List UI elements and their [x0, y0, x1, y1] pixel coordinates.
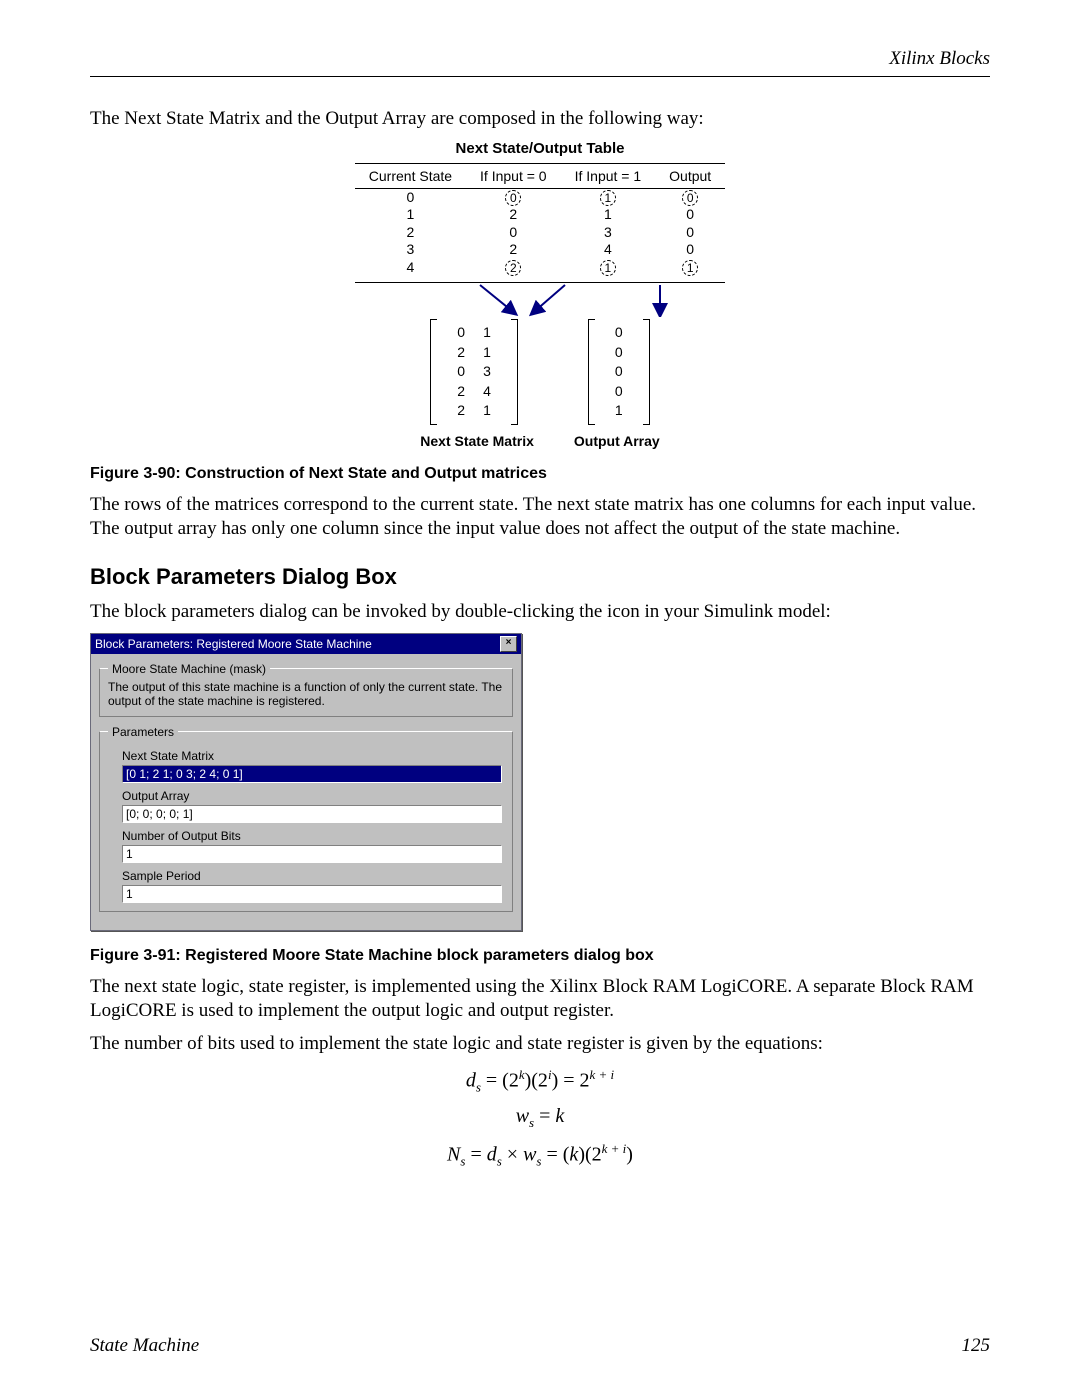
mask-legend: Moore State Machine (mask) — [108, 662, 270, 676]
cell: 1 — [600, 260, 616, 276]
mask-fieldset: Moore State Machine (mask) The output of… — [99, 662, 513, 717]
header-rule — [90, 76, 990, 77]
matrices-description: The rows of the matrices correspond to t… — [90, 493, 990, 542]
cell: 0 — [466, 224, 561, 242]
cell: 0 — [655, 224, 725, 242]
next-state-matrix: 01 21 03 24 21 — [430, 319, 518, 425]
col-input-1: If Input = 1 — [561, 163, 656, 188]
col-input-0: If Input = 0 — [466, 163, 561, 188]
col-current-state: Current State — [355, 163, 466, 188]
cell: 3 — [355, 241, 466, 259]
output-array-label-field: Output Array — [122, 789, 504, 803]
cell: 1 — [355, 206, 466, 224]
cell: 0 — [682, 190, 698, 206]
equation-ns: Ns = ds × ws = (k)(2k + i) — [90, 1141, 990, 1170]
output-array: 0 0 0 0 1 — [588, 319, 650, 425]
sample-period-label: Sample Period — [122, 869, 504, 883]
output-array-input[interactable] — [122, 805, 502, 823]
figure-3-90: Next State/Output Table Current State If… — [90, 140, 990, 449]
figure-3-91-caption: Figure 3-91: Registered Moore State Mach… — [90, 947, 990, 965]
block-params-heading: Block Parameters Dialog Box — [90, 564, 990, 590]
parameters-fieldset: Parameters Next State Matrix Output Arra… — [99, 725, 513, 912]
page-number: 125 — [962, 1335, 991, 1357]
equations-intro: The number of bits used to implement the… — [90, 1032, 990, 1057]
cell: 1 — [682, 260, 698, 276]
sample-period-input[interactable] — [122, 885, 502, 903]
logicore-paragraph: The next state logic, state register, is… — [90, 975, 990, 1024]
table-title: Next State/Output Table — [90, 140, 990, 157]
parameters-legend: Parameters — [108, 725, 178, 739]
equation-ds: ds = (2k)(2i) = 2k + i — [90, 1067, 990, 1096]
figure-3-90-caption: Figure 3-90: Construction of Next State … — [90, 465, 990, 483]
cell: 2 — [466, 206, 561, 224]
footer-section: State Machine — [90, 1335, 199, 1357]
cell: 4 — [355, 259, 466, 283]
cell: 0 — [655, 206, 725, 224]
next-state-matrix-label: Next State Matrix — [122, 749, 504, 763]
close-icon[interactable]: × — [500, 636, 517, 652]
cell: 0 — [505, 190, 521, 206]
dialog-intro: The block parameters dialog can be invok… — [90, 600, 990, 625]
cell: 2 — [505, 260, 521, 276]
output-bits-input[interactable] — [122, 845, 502, 863]
equation-ws: ws = k — [90, 1105, 990, 1131]
cell: 0 — [655, 241, 725, 259]
block-parameters-dialog: Block Parameters: Registered Moore State… — [90, 633, 522, 931]
col-output: Output — [655, 163, 725, 188]
cell: 0 — [355, 188, 466, 206]
cell: 3 — [561, 224, 656, 242]
output-array-label: Output Array — [574, 433, 660, 449]
state-table: Current State If Input = 0 If Input = 1 … — [355, 163, 725, 284]
cell: 1 — [561, 206, 656, 224]
arrows-diagram — [330, 283, 750, 317]
dialog-title-text: Block Parameters: Registered Moore State… — [95, 637, 372, 651]
cell: 4 — [561, 241, 656, 259]
next-state-matrix-input[interactable] — [122, 765, 502, 783]
cell: 2 — [355, 224, 466, 242]
header-section: Xilinx Blocks — [90, 48, 990, 70]
cell: 2 — [466, 241, 561, 259]
mask-description: The output of this state machine is a fu… — [108, 680, 504, 708]
dialog-titlebar[interactable]: Block Parameters: Registered Moore State… — [91, 634, 521, 654]
intro-paragraph: The Next State Matrix and the Output Arr… — [90, 107, 990, 132]
cell: 1 — [600, 190, 616, 206]
output-bits-label: Number of Output Bits — [122, 829, 504, 843]
nsm-label: Next State Matrix — [420, 433, 534, 449]
